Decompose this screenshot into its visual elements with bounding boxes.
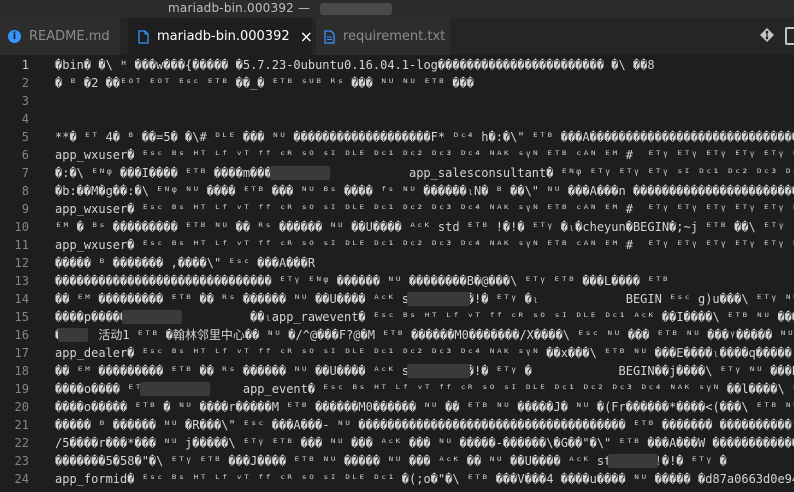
line-text: app_wxuser� ᴱˢᶜ ᴮˢ ᴴᵀ ᴸᶠ ᵛᵀ ᶠᶠ ᶜᴿ ˢᴼ ˢᴵ … bbox=[55, 202, 794, 216]
line-text: ����� ᴮ ������ ᴺᵁ �R���\" ᴱˢᶜ ���A���- ᴺ… bbox=[55, 418, 794, 432]
line-text: app_wxuser� ᴱˢᶜ ᴮˢ ᴴᵀ ᴸᶠ ᵛᵀ ᶠᶠ ᶜᴿ ˢᴼ ˢᴵ … bbox=[55, 238, 794, 252]
redacted-region bbox=[58, 328, 88, 342]
code-line: 3 bbox=[0, 92, 794, 110]
line-text: app_dealer� ᴱˢᶜ ᴮˢ ᴴᵀ ᴸᶠ ᵛᵀ ᶠᶠ ᶜᴿ ˢᴼ ˢᴵ … bbox=[55, 346, 792, 360]
line-number: 8 bbox=[21, 184, 29, 198]
line-number: 20 bbox=[14, 400, 29, 414]
code-line: 20 ����o����� ᴱᵀᴮ � ᴺᵁ ����r�����M ᴱᵀᴮ ��… bbox=[0, 398, 794, 416]
tab-label: README.md bbox=[29, 29, 110, 44]
line-number: 22 bbox=[14, 436, 29, 450]
line-number: 4 bbox=[21, 112, 29, 126]
redacted-region bbox=[407, 364, 470, 378]
code-line: 10 ᴱᴹ � ᴮˢ ��������� ᴱᵀᴮ ᴺᵁ �� ᴿˢ ������ … bbox=[0, 218, 794, 236]
line-number: 17 bbox=[14, 346, 29, 360]
tab-readme[interactable]: i README.md bbox=[0, 18, 120, 55]
tab-bar: i README.md mariadb-bin.000392 × require… bbox=[0, 18, 794, 55]
code-line: 22/5����r���*��� ᴺᵁ j�����\ ᴱᵀᵞ ᴱᵀᴮ ��� … bbox=[0, 434, 794, 452]
line-number: 21 bbox=[14, 418, 29, 432]
line-number: 7 bbox=[21, 166, 29, 180]
code-line: 7 �:�\ ᴱᴺᵠ ���I���� ᴱᵀᴮ ����m����� ᴺᵁ � a… bbox=[0, 164, 794, 182]
code-line: 1 �bin� �\ ᴴ ���w���{����� �5.7.23-0ubunt… bbox=[0, 56, 794, 74]
line-number: 18 bbox=[14, 364, 29, 378]
line-number: 23 bbox=[14, 454, 29, 468]
line-text: �bin� �\ ᴴ ���w���{����� �5.7.23-0ubuntu… bbox=[55, 58, 655, 72]
code-line: 6 app_wxuser� ᴱˢᶜ ᴮˢ ᴴᵀ ᴸᶠ ᵛᵀ ᶠᶠ ᶜᴿ ˢᴼ ˢᴵ… bbox=[0, 146, 794, 164]
line-text: �������5�58�"�\ ᴱᵀᵞ ᴱᵀᴮ ���J���� ᴱᵀᴮ ᴺᵁ … bbox=[55, 454, 727, 468]
line-number: 14 bbox=[14, 292, 29, 306]
tab-label: requirement.txt bbox=[343, 29, 446, 44]
code-line: 5 **� ᴱᵀ 4� ᴮ ��=5� �\# ᴰᴸᴱ ��� ᴺᵁ ������… bbox=[0, 128, 794, 146]
line-number: 5 bbox=[21, 130, 29, 144]
code-line: 2 � ᴮ �2 ��ᴱᴼᵀ ᴱᴼᵀ ᴱˢᶜ ᴱᵀᴮ ��_� ᴱᵀᴮ ˢᵁᴮ ᴿ… bbox=[0, 74, 794, 92]
line-number: 13 bbox=[14, 274, 29, 288]
line-text: /5����r���*��� ᴺᵁ j�����\ ᴱᵀᵞ ᴱᵀᴮ ��� ᴺᵁ… bbox=[55, 436, 794, 450]
code-line: 24 app_formid� ᴱˢᶜ ᴮˢ ᴴᵀ ᴸᶠ ᵛᵀ ᶠᶠ ᶜᴿ ˢᴼ ˢ… bbox=[0, 470, 794, 488]
redacted-region bbox=[140, 382, 210, 396]
code-line: 16 � 活动1 ᴱᵀᴮ �翰林邻里中心�� ᴺᵁ �/^@���F?@�M ᴱᵀ… bbox=[0, 326, 794, 344]
line-text: ����o����� ᴱᵀᴮ � ᴺᵁ ����r�����M ᴱᵀᴮ ����… bbox=[55, 400, 794, 414]
redacted-region bbox=[407, 292, 470, 306]
line-number: 16 bbox=[14, 328, 29, 342]
code-line: 17 app_dealer� ᴱˢᶜ ᴮˢ ᴴᵀ ᴸᶠ ᵛᵀ ᶠᶠ ᶜᴿ ˢᴼ ˢ… bbox=[0, 344, 794, 362]
line-number: 19 bbox=[14, 382, 29, 396]
info-icon: i bbox=[8, 30, 21, 43]
line-text: �b:��M�g��:�\ ᴱᴺᵠ ᴺᵁ ���� ᴱᵀᴮ ��� ᴺᵁ ᴮˢ … bbox=[55, 184, 794, 198]
line-number: 24 bbox=[14, 472, 29, 486]
redacted-region bbox=[270, 166, 330, 180]
line-text: � ᴮ �2 ��ᴱᴼᵀ ᴱᴼᵀ ᴱˢᶜ ᴱᵀᴮ ��_� ᴱᵀᴮ ˢᵁᴮ ᴿˢ… bbox=[55, 76, 475, 90]
line-text: � 活动1 ᴱᵀᴮ �翰林邻里中心�� ᴺᵁ �/^@���F?@�M ᴱᵀᴮ … bbox=[55, 328, 794, 342]
code-line: 15����p����� ᴱᵀᴮ � ��ₗapp_rawevent� ᴱˢᶜ … bbox=[0, 308, 794, 326]
source-control-icon[interactable] bbox=[759, 27, 775, 43]
line-number: 15 bbox=[14, 310, 29, 324]
line-text: **� ᴱᵀ 4� ᴮ ��=5� �\# ᴰᴸᴱ ��� ᴺᵁ �������… bbox=[55, 130, 794, 144]
line-text: app_formid� ᴱˢᶜ ᴮˢ ᴴᵀ ᴸᶠ ᵛᵀ ᶠᶠ ᶜᴿ ˢᴼ ˢᴵ … bbox=[55, 472, 794, 486]
tab-label: mariadb-bin.000392 bbox=[157, 29, 290, 44]
line-text: app_wxuser� ᴱˢᶜ ᴮˢ ᴴᵀ ᴸᶠ ᵛᵀ ᶠᶠ ᶜᴿ ˢᴼ ˢᴵ … bbox=[55, 148, 794, 162]
line-number: 2 bbox=[21, 76, 29, 90]
line-number: 11 bbox=[14, 238, 29, 252]
tab-requirement[interactable]: requirement.txt bbox=[316, 18, 450, 55]
line-text: �:�\ ᴱᴺᵠ ���I���� ᴱᵀᴮ ����m����� ᴺᵁ � ap… bbox=[55, 166, 794, 180]
line-text: ������������������������������ ᴱᵀᵞ ᴱᴺᵠ �… bbox=[55, 274, 670, 288]
code-line: 23 �������5�58�"�\ ᴱᵀᵞ ᴱᵀᴮ ���J���� ᴱᵀᴮ ᴺ… bbox=[0, 452, 794, 470]
file-icon bbox=[138, 29, 149, 44]
code-line: 12 ����� ᴮ ������� ,����\" ᴱˢᶜ ���A���R bbox=[0, 254, 794, 272]
line-number: 10 bbox=[14, 220, 29, 234]
editor-area[interactable]: 1 �bin� �\ ᴴ ���w���{����� �5.7.23-0ubunt… bbox=[0, 55, 794, 492]
line-number: 6 bbox=[21, 148, 29, 162]
line-number: 12 bbox=[14, 256, 29, 270]
line-number: 3 bbox=[21, 94, 29, 108]
split-editor-icon[interactable] bbox=[785, 27, 794, 45]
line-number: 9 bbox=[21, 202, 29, 216]
redacted-region bbox=[608, 454, 658, 468]
code-line: 9 app_wxuser� ᴱˢᶜ ᴮˢ ᴴᵀ ᴸᶠ ᵛᵀ ᶠᶠ ᶜᴿ ˢᴼ ˢᴵ… bbox=[0, 200, 794, 218]
code-line: 11 app_wxuser� ᴱˢᶜ ᴮˢ ᴴᵀ ᴸᶠ ᵛᵀ ᶠᶠ ᶜᴿ ˢᴼ ˢ… bbox=[0, 236, 794, 254]
redacted-title-segment bbox=[320, 3, 392, 15]
window-title: mariadb-bin.000392 — bbox=[168, 1, 311, 15]
code-line: 19����o���� ᴱᵀᴮ � app_event� ᴱˢᶜ ᴮˢ ᴴᵀ ᴸ… bbox=[0, 380, 794, 398]
tab-mariadb-bin[interactable]: mariadb-bin.000392 × bbox=[128, 18, 313, 55]
window-titlebar: mariadb-bin.000392 — bbox=[0, 0, 794, 18]
line-number: 1 bbox=[21, 58, 29, 72]
close-icon[interactable]: × bbox=[300, 27, 313, 46]
line-text: ����� ᴮ ������� ,����\" ᴱˢᶜ ���A���R bbox=[55, 256, 316, 270]
code-line: 4 bbox=[0, 110, 794, 128]
code-line: 21 ����� ᴮ ������ ᴺᵁ �R���\" ᴱˢᶜ ���A���-… bbox=[0, 416, 794, 434]
redacted-region bbox=[122, 310, 182, 324]
code-line: 18 �� ᴱᴹ ��������� ᴱᵀᴮ �� ᴿˢ ������ ᴺᵁ ��… bbox=[0, 362, 794, 380]
code-line: 13 ������������������������������ ᴱᵀᵞ ᴱᴺᵠ… bbox=[0, 272, 794, 290]
code-line: 14 �� ᴱᴹ ��������� ᴱᵀᴮ �� ᴿˢ ������ ᴺᵁ ��… bbox=[0, 290, 794, 308]
file-icon bbox=[324, 29, 335, 44]
line-text: ᴱᴹ � ᴮˢ ��������� ᴱᵀᴮ ᴺᵁ �� ᴿˢ ������ ᴺᵁ… bbox=[55, 220, 794, 234]
code-line: 8 �b:��M�g��:�\ ᴱᴺᵠ ᴺᵁ ���� ᴱᵀᴮ ��� ᴺᵁ ᴮˢ… bbox=[0, 182, 794, 200]
